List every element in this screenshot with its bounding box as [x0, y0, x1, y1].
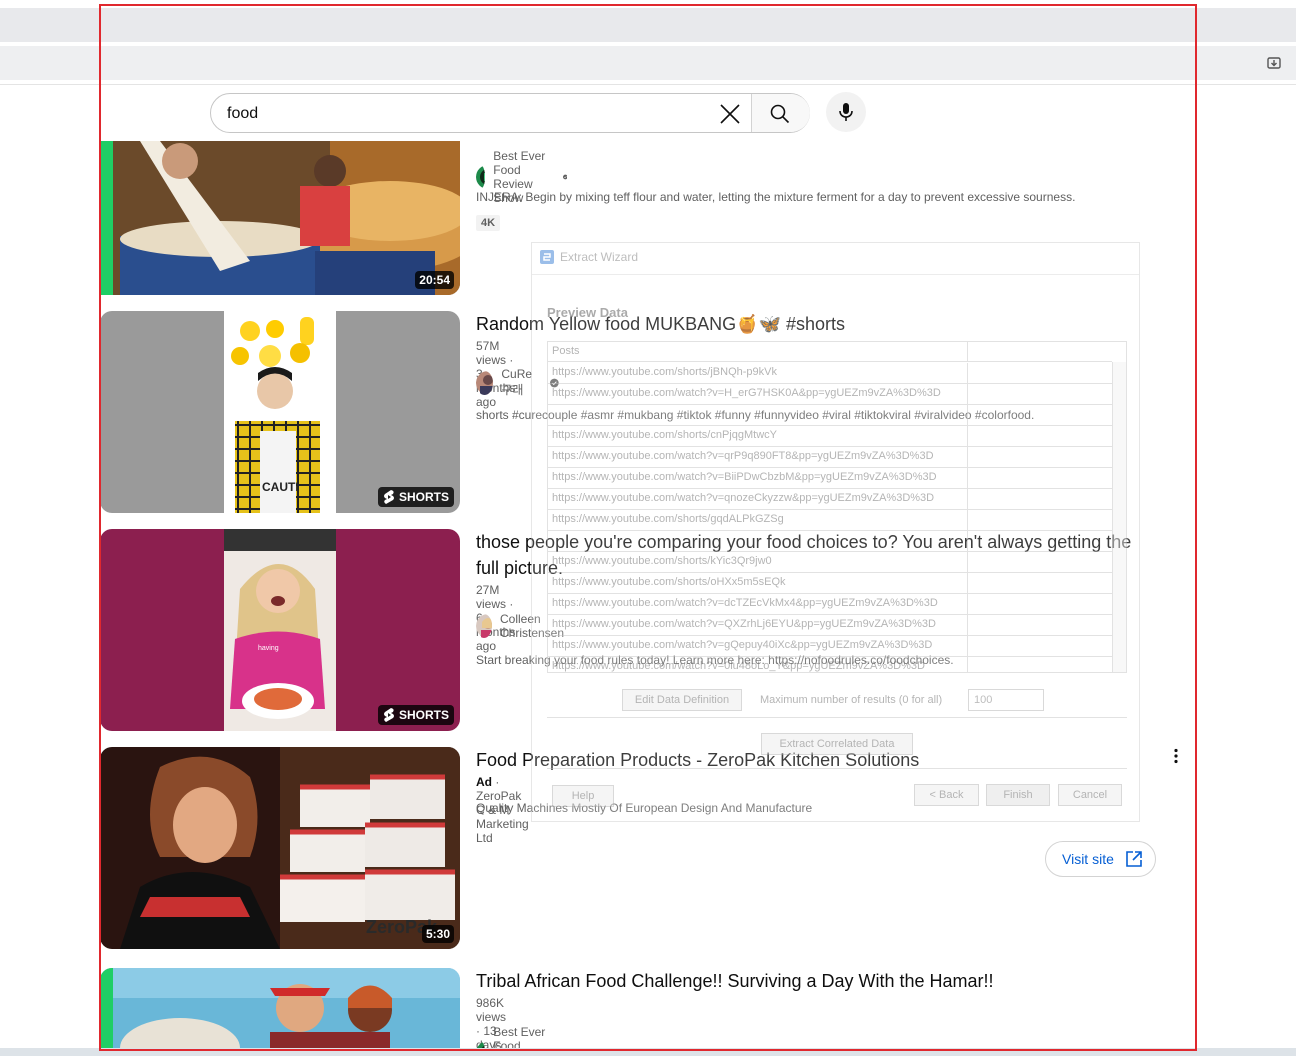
table-row[interactable]: https://www.youtube.com/watch?v=BiiPDwCb… [548, 468, 1112, 489]
wizard-title: Extract Wizard [560, 250, 639, 264]
shorts-badge: SHORTS [377, 487, 454, 507]
table-row[interactable]: https://www.youtube.com/watch?v=qrP9q890… [548, 447, 1112, 468]
verified-icon [562, 174, 568, 180]
browser-tab-strip [0, 8, 1296, 42]
table-row[interactable]: https://www.youtube.com/watch?v=qnozeCky… [548, 489, 1112, 510]
close-icon[interactable] [717, 101, 743, 127]
table-row[interactable]: https://www.youtube.com/watch?v=QXZrhLj6… [548, 615, 1112, 636]
svg-text:CAUTI: CAUTI [262, 480, 299, 494]
search-input[interactable] [227, 103, 707, 125]
ad-thumbnail[interactable]: ZeroPak 5:30 [100, 747, 460, 949]
table-row[interactable]: https://www.youtube.com/shorts/cnPjqgMtw… [548, 426, 1112, 447]
thumbnail-image [100, 968, 460, 1056]
video-duration: 5:30 [421, 925, 454, 943]
wizard-titlebar: Extract Wizard [540, 250, 638, 264]
table-row[interactable] [548, 531, 1112, 552]
vertical-scrollbar[interactable] [1112, 362, 1126, 672]
table-row[interactable] [548, 405, 1112, 426]
shorts-label: SHORTS [398, 490, 449, 504]
search-icon [770, 104, 790, 124]
app-icon [540, 250, 554, 264]
table-row[interactable]: https://www.youtube.com/shorts/jBNQh-p9k… [548, 363, 1112, 384]
video-thumbnail[interactable] [100, 968, 460, 1056]
visit-site-button[interactable]: Visit site [1045, 841, 1156, 877]
edit-data-definition-button[interactable]: Edit Data Definition [622, 689, 742, 711]
bottom-bar [0, 1048, 1296, 1056]
toolbar-divider [0, 84, 1296, 85]
channel-avatar[interactable] [476, 165, 486, 189]
video-thumbnail[interactable]: having SHORTS [100, 529, 460, 731]
video-duration: 20:54 [415, 271, 454, 289]
advertiser-name: ZeroPak C & M Marketing Ltd [476, 789, 529, 845]
video-title[interactable]: Tribal African Food Challenge!! Survivin… [476, 968, 1136, 994]
table-row[interactable]: https://www.youtube.com/watch?v=dcTZEcVk… [548, 594, 1112, 615]
live-indicator-bar [100, 968, 113, 1056]
table-row[interactable]: https://www.youtube.com/watch?v=H_erG7HS… [548, 384, 1112, 405]
wizard-separator [547, 768, 1127, 769]
visit-site-label: Visit site [1062, 851, 1114, 867]
thumbnail-image: CAUTI [100, 311, 460, 513]
column-header[interactable]: Posts [548, 342, 968, 362]
browser-page: 20:54 Best Ever Food Review Show INJERA:… [0, 0, 1296, 1056]
table-row[interactable]: https://www.youtube.com/watch?v=0lu48oLo… [548, 657, 1112, 672]
thumbnail-caption: having [258, 645, 279, 652]
cancel-button[interactable]: Cancel [1058, 784, 1122, 806]
extract-correlated-data-button[interactable]: Extract Correlated Data [761, 733, 913, 755]
thumbnail-image: ZeroPak [100, 747, 460, 949]
channel-avatar[interactable] [476, 614, 492, 638]
voice-search-button[interactable] [826, 92, 866, 132]
thumbnail-image: having [100, 529, 460, 731]
view-count: 27M views [476, 583, 507, 611]
channel-avatar[interactable] [476, 370, 494, 395]
download-icon[interactable] [1266, 55, 1282, 71]
finish-button[interactable]: Finish [986, 784, 1050, 806]
extract-wizard-dialog[interactable]: Extract Wizard Preview Data Posts https:… [531, 242, 1140, 822]
shorts-icon [383, 708, 394, 722]
shorts-label: SHORTS [398, 708, 449, 722]
max-results-label: Maximum number of results (0 for all) [760, 694, 943, 706]
table-row[interactable]: https://www.youtube.com/watch?v=gQepuy40… [548, 636, 1112, 657]
thumbnail-image [100, 141, 460, 295]
shorts-icon [383, 490, 394, 504]
video-thumbnail[interactable]: CAUTI SHORTS [100, 311, 460, 513]
live-indicator-bar [100, 141, 113, 295]
preview-table[interactable]: Posts https://www.youtube.com/shorts/jBN… [547, 341, 1127, 673]
search-box [210, 93, 810, 133]
microphone-icon [839, 103, 853, 121]
wizard-title-divider [532, 274, 1139, 275]
ad-label: Ad [476, 775, 492, 789]
search-button[interactable] [752, 94, 810, 132]
more-options-icon[interactable] [1168, 748, 1184, 764]
shorts-badge: SHORTS [377, 705, 454, 725]
table-row[interactable]: https://www.youtube.com/shorts/oHXx5m5sE… [548, 573, 1112, 594]
video-thumbnail[interactable]: 20:54 [100, 141, 460, 295]
video-description: INJERA: Begin by mixing teff flour and w… [476, 190, 1076, 204]
column-header-empty [968, 342, 1112, 362]
table-row[interactable]: https://www.youtube.com/shorts/kYic3Qr9j… [548, 552, 1112, 573]
view-count: 57M views [476, 339, 507, 367]
help-button[interactable]: Help [552, 785, 614, 807]
table-row[interactable]: https://www.youtube.com/shorts/gqdALPkGZ… [548, 510, 1112, 531]
wizard-heading: Preview Data [547, 305, 628, 320]
back-button[interactable]: < Back [914, 784, 979, 806]
view-count: 986K views [476, 996, 507, 1024]
quality-badge: 4K [476, 215, 501, 231]
wizard-separator [547, 717, 1127, 718]
max-results-input[interactable]: 100 [968, 689, 1044, 711]
browser-toolbar [0, 46, 1296, 80]
external-link-icon [1126, 851, 1142, 867]
